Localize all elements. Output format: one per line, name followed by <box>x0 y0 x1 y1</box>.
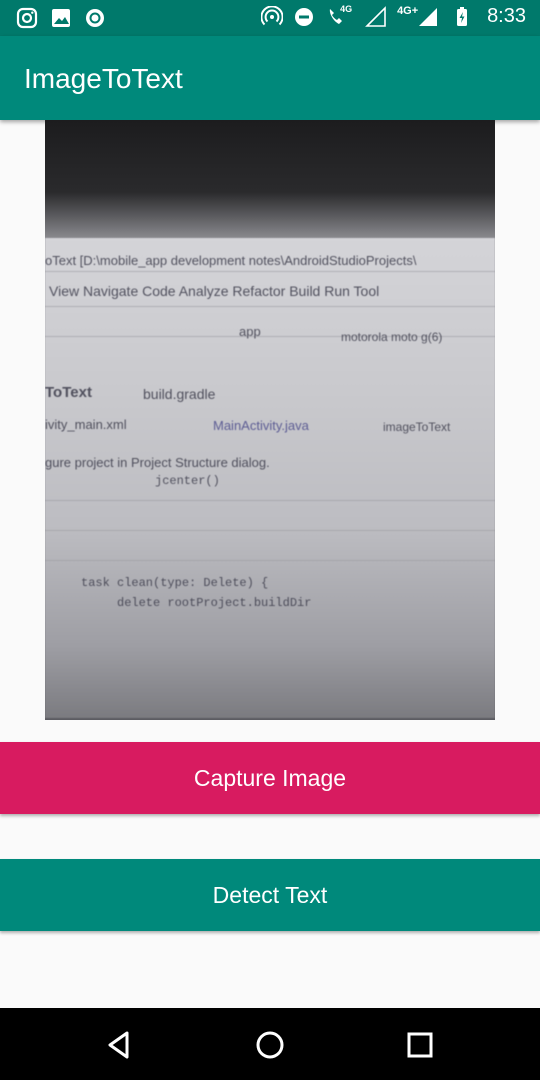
photo-screen <box>45 238 495 718</box>
network-label-plus: 4G+ <box>397 4 419 17</box>
photo-text: gure project in Project Structure dialog… <box>45 455 270 470</box>
recents-icon[interactable] <box>403 1028 437 1062</box>
photo-text: MainActivity.java <box>213 418 309 433</box>
photo-text: oText [D:\mobile_app development notes\A… <box>45 253 417 268</box>
photo-divider <box>45 271 495 272</box>
app-bar: ImageToText <box>0 36 540 120</box>
do-not-disturb-icon <box>295 7 314 26</box>
photo-divider <box>45 560 495 561</box>
photo-divider <box>45 500 495 501</box>
photo-text: task clean(type: Delete) { <box>81 576 269 590</box>
back-icon[interactable] <box>102 1028 136 1062</box>
clock: 8:33 <box>487 5 526 27</box>
photo-text: jcenter() <box>155 474 220 488</box>
photo-text: delete rootProject.buildDir <box>117 596 312 610</box>
photo-divider <box>45 306 495 307</box>
gallery-icon <box>52 9 70 27</box>
captured-image: oText [D:\mobile_app development notes\A… <box>45 120 495 720</box>
signal-empty-icon <box>365 5 386 27</box>
photo-text: ToText <box>45 384 92 401</box>
photo-text: imageToText <box>383 420 451 434</box>
status-bar: 4G 4G+ 8:33 <box>0 0 540 36</box>
network-label: 4G <box>340 3 353 14</box>
photo-text: build.gradle <box>143 386 216 402</box>
detect-text-button[interactable]: Detect Text <box>0 859 540 931</box>
navigation-bar <box>0 1008 540 1080</box>
hotspot-icon <box>261 5 284 25</box>
battery-icon <box>457 6 468 26</box>
capture-image-button[interactable]: Capture Image <box>0 742 540 814</box>
signal-icon: 4G+ <box>397 4 441 28</box>
photo-text: app <box>239 324 261 339</box>
circle-icon <box>86 9 104 27</box>
home-icon[interactable] <box>253 1028 287 1062</box>
photo-text: motorola moto g(6) <box>341 330 443 344</box>
photo-text: ivity_main.xml <box>45 417 127 432</box>
instagram-icon <box>16 7 38 29</box>
app-title: ImageToText <box>24 63 183 94</box>
photo-divider <box>45 530 495 531</box>
wifi-call-icon: 4G <box>325 3 355 28</box>
photo-text: View Navigate Code Analyze Refactor Buil… <box>49 283 380 299</box>
